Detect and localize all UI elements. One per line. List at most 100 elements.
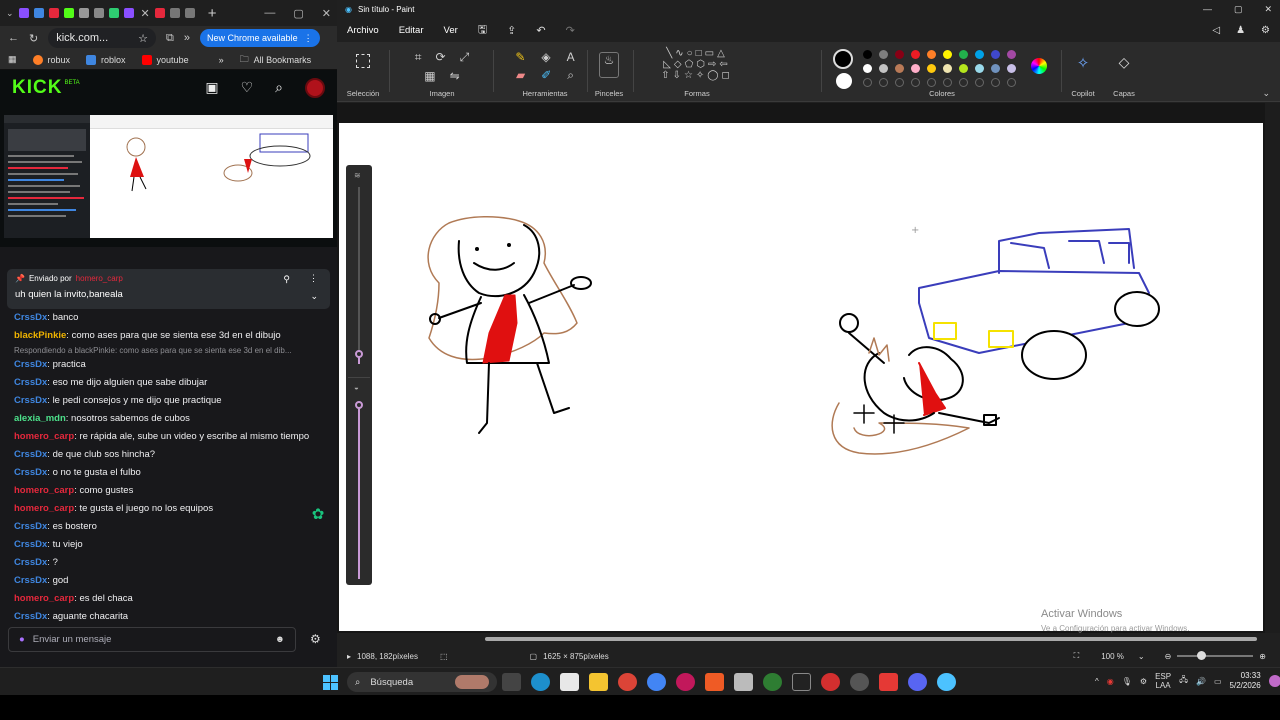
shapes-gallery-row3[interactable]: ⇧⇩☆✧◯◻ <box>637 70 757 81</box>
chat-username[interactable]: CrssDx <box>14 575 47 586</box>
update-button[interactable]: New Chrome available ⋮ <box>200 29 320 47</box>
palette-swatch[interactable] <box>911 50 920 59</box>
edge-icon[interactable] <box>531 673 550 691</box>
chat-settings-gear-icon[interactable]: ⚙ <box>310 632 321 646</box>
tab-favicon[interactable] <box>184 8 195 18</box>
volume-icon[interactable]: 🔊 <box>1196 677 1206 686</box>
tray-overflow-icon[interactable]: ^ <box>1095 677 1099 686</box>
palette-swatch[interactable] <box>975 64 984 73</box>
resize-icon[interactable]: ⤢ <box>460 50 470 65</box>
opacity-slider-knob[interactable] <box>355 401 363 409</box>
chat-username[interactable]: homero_carp <box>14 503 74 514</box>
bookmark-youtube[interactable]: youtube <box>141 54 189 65</box>
chat-username[interactable]: CrssDx <box>14 557 47 568</box>
magnifier-icon[interactable]: ⌕ <box>567 68 574 83</box>
custom-color-slot[interactable] <box>943 78 952 87</box>
palette-swatch[interactable] <box>959 64 968 73</box>
tab-favicon[interactable] <box>48 8 59 18</box>
fill-icon[interactable]: ◈ <box>541 50 550 64</box>
notification-icon[interactable] <box>1268 675 1280 687</box>
pencil-icon[interactable]: ✎ <box>515 50 525 64</box>
app-icon[interactable] <box>734 673 753 691</box>
palette-swatch[interactable] <box>895 64 904 73</box>
app-icon[interactable] <box>850 673 869 691</box>
horizontal-scrollbar[interactable] <box>485 637 1257 641</box>
network-icon[interactable]: 🖧 <box>1179 674 1188 688</box>
select-all-icon[interactable]: ▦ <box>424 69 435 83</box>
chat-username[interactable]: blackPinkie <box>14 330 66 341</box>
chat-username[interactable]: CrssDx <box>14 359 47 370</box>
redo-icon[interactable]: ↷ <box>566 24 575 37</box>
back-icon[interactable]: ← <box>8 32 19 44</box>
menu-ver[interactable]: Ver <box>444 25 458 36</box>
more-bookmarks-icon[interactable]: » <box>219 55 224 65</box>
microphone-icon[interactable]: ● <box>19 634 25 645</box>
palette-swatch[interactable] <box>863 50 872 59</box>
eraser-icon[interactable]: ▰ <box>516 68 525 83</box>
palette-swatch[interactable] <box>879 64 888 73</box>
primary-color[interactable] <box>833 49 853 69</box>
zoom-slider-knob[interactable] <box>1197 651 1207 660</box>
brave-icon[interactable] <box>705 673 724 691</box>
paint-taskbar-icon[interactable] <box>937 673 956 691</box>
chat-username[interactable]: homero_carp <box>14 431 74 442</box>
more-options-icon[interactable]: ⋮ <box>309 273 318 284</box>
palette-swatch[interactable] <box>959 50 968 59</box>
menu-editar[interactable]: Editar <box>399 25 424 36</box>
size-slider-knob[interactable] <box>355 350 363 358</box>
tab-favicon[interactable] <box>78 8 89 18</box>
group-copilot[interactable]: ✧ Copilot <box>1065 46 1101 98</box>
drawing-canvas[interactable]: + <box>339 123 1263 631</box>
crop-icon[interactable]: ⌗ <box>415 50 422 65</box>
zoom-dropdown-icon[interactable]: ⌄ <box>1138 652 1145 661</box>
custom-color-slot[interactable] <box>911 78 920 87</box>
palette-swatch[interactable] <box>927 50 936 59</box>
tray-app-icon[interactable]: ⚙ <box>1140 677 1147 686</box>
app-icon[interactable] <box>763 673 782 691</box>
tab-search-icon[interactable]: ⌄ <box>6 8 14 19</box>
palette-swatch[interactable] <box>1007 50 1016 59</box>
account-icon[interactable]: ♟ <box>1236 25 1245 36</box>
bookmark-roblox[interactable]: roblox <box>86 54 126 65</box>
taskbar-search[interactable]: ⌕ Búsqueda <box>347 672 497 692</box>
chat-username[interactable]: CrssDx <box>14 521 47 532</box>
tab-favicon[interactable] <box>63 8 74 18</box>
custom-color-slot[interactable] <box>863 78 872 87</box>
store-icon[interactable] <box>560 673 579 691</box>
reload-icon[interactable]: ↻ <box>29 32 38 45</box>
fit-window-icon[interactable]: ⛶ <box>1074 651 1080 661</box>
chat-username[interactable]: CrssDx <box>14 611 47 622</box>
app-icon[interactable] <box>792 673 811 691</box>
chrome-icon[interactable] <box>618 673 637 691</box>
following-heart-icon[interactable]: ♡ <box>241 79 254 96</box>
tab-favicon[interactable] <box>123 8 134 18</box>
apps-icon[interactable]: ▦ <box>8 54 17 65</box>
start-button[interactable] <box>323 675 339 691</box>
menu-archivo[interactable]: Archivo <box>347 25 379 36</box>
edit-colors-icon[interactable] <box>1031 58 1047 74</box>
unpin-icon[interactable]: ⚲ <box>283 274 290 285</box>
app-icon[interactable] <box>879 673 898 691</box>
chatgpt-icon[interactable]: ✿ <box>308 505 328 525</box>
palette-swatch[interactable] <box>927 64 936 73</box>
browse-icon[interactable]: ▣ <box>205 79 218 96</box>
zoom-slider[interactable] <box>1177 651 1254 660</box>
close-icon[interactable]: ✕ <box>322 7 331 20</box>
palette-swatch[interactable] <box>943 64 952 73</box>
chat-username[interactable]: CrssDx <box>14 312 47 323</box>
chat-username[interactable]: CrssDx <box>14 449 47 460</box>
minimize-icon[interactable]: — <box>264 7 275 20</box>
ribbon-collapse-icon[interactable]: ⌄ <box>1262 88 1270 99</box>
custom-color-slot[interactable] <box>927 78 936 87</box>
file-explorer-icon[interactable] <box>589 673 608 691</box>
palette-swatch[interactable] <box>991 64 1000 73</box>
star-icon[interactable]: ☆ <box>138 32 148 45</box>
task-view-icon[interactable] <box>502 673 521 691</box>
bookmark-robux[interactable]: robux <box>32 54 70 65</box>
palette-swatch[interactable] <box>991 50 1000 59</box>
chrome-profile-icon[interactable] <box>647 673 666 691</box>
custom-color-slot[interactable] <box>991 78 1000 87</box>
palette-swatch[interactable] <box>911 64 920 73</box>
tab-favicon[interactable] <box>18 8 29 18</box>
close-icon[interactable]: ✕ <box>1264 4 1272 15</box>
